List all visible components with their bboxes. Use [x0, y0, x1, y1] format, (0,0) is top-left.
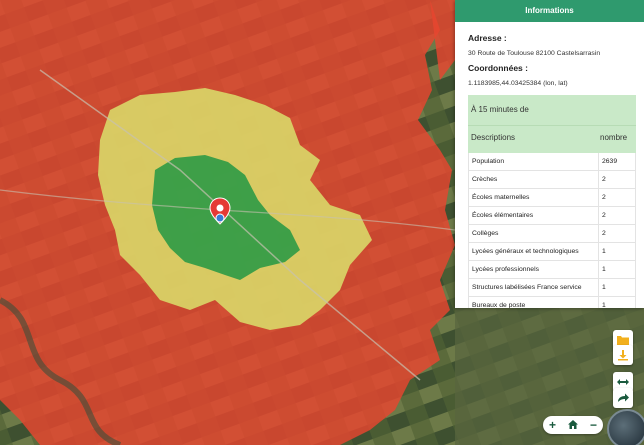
zoom-in-button[interactable]: + [549, 416, 556, 434]
row-label: Collèges [469, 225, 599, 242]
table-row: Crèches 2 [468, 171, 636, 189]
row-value: 1 [602, 302, 606, 308]
coords-value: 1.1183985,44.03425384 (lon, lat) [468, 80, 568, 87]
home-button[interactable] [567, 416, 578, 434]
table-caption: À 15 minutes de [468, 95, 636, 125]
stats-table: À 15 minutes de Descriptions nombre Popu… [468, 95, 636, 308]
download-icon [618, 350, 628, 361]
address-value: 30 Route de Toulouse 82100 Castelsarrasi… [468, 50, 601, 57]
table-row: Population 2639 [468, 153, 636, 171]
share-icon [618, 393, 629, 402]
table-row: Écoles élémentaires 2 [468, 207, 636, 225]
row-value: 1 [602, 266, 606, 273]
row-label: Écoles élémentaires [469, 207, 599, 224]
panel-title: Informations [455, 0, 644, 22]
info-panel: Informations Adresse : 30 Route de Toulo… [455, 0, 644, 308]
table-row: Bureaux de poste 1 [468, 297, 636, 308]
coords-label: Coordonnées : [468, 63, 528, 73]
row-value: 1 [602, 284, 606, 291]
row-value: 2 [602, 176, 606, 183]
header-descriptions: Descriptions [471, 133, 516, 142]
row-value: 2639 [602, 158, 618, 165]
row-label: Écoles maternelles [469, 189, 599, 206]
row-label: Bureaux de poste [469, 297, 599, 308]
table-header: Descriptions nombre [468, 125, 636, 153]
row-value: 2 [602, 212, 606, 219]
overview-globe[interactable] [607, 409, 644, 445]
zoom-out-button[interactable]: − [590, 416, 597, 434]
table-row: Écoles maternelles 2 [468, 189, 636, 207]
folder-icon [617, 336, 629, 345]
zoom-controls: + − [543, 416, 603, 434]
table-row: Collèges 2 [468, 225, 636, 243]
table-row: Lycées professionnels 1 [468, 261, 636, 279]
download-button[interactable] [613, 345, 633, 365]
row-label: Lycées généraux et technologiques [469, 243, 599, 260]
header-nombre: nombre [600, 133, 628, 142]
row-value: 2 [602, 194, 606, 201]
row-label: Population [469, 153, 599, 170]
row-label: Structures labélisées France service [469, 279, 599, 296]
share-button[interactable] [613, 388, 633, 408]
row-label: Crèches [469, 171, 599, 188]
row-value: 2 [602, 230, 606, 237]
table-row: Lycées généraux et technologiques 1 [468, 243, 636, 261]
measure-icon [617, 379, 629, 385]
row-label: Lycées professionnels [469, 261, 599, 278]
row-value: 1 [602, 248, 606, 255]
home-icon [567, 420, 578, 429]
address-label: Adresse : [468, 33, 507, 43]
table-row: Structures labélisées France service 1 [468, 279, 636, 297]
